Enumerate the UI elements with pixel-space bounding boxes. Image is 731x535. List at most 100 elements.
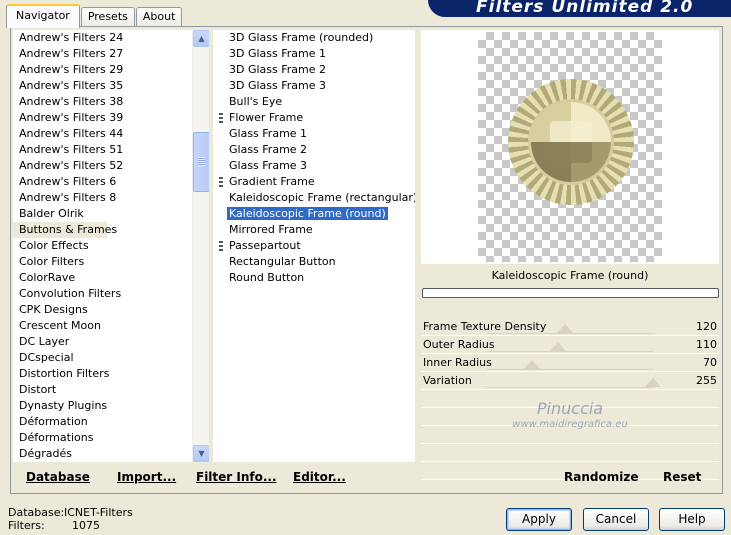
slider-row[interactable]: Frame Texture Density 120 xyxy=(421,318,719,336)
reset-button[interactable]: Reset xyxy=(663,470,701,484)
slider-track[interactable] xyxy=(487,369,653,370)
filter-item-label: 3D Glass Frame 2 xyxy=(229,63,327,76)
tab-navigator[interactable]: Navigator xyxy=(6,4,80,28)
filters-count: 1075 xyxy=(72,519,100,532)
category-item[interactable]: DC Layer xyxy=(13,334,209,350)
tab-bar: Navigator Presets About xyxy=(6,4,183,28)
category-item[interactable]: Andrew's Filters 52 xyxy=(13,158,209,174)
category-item[interactable]: Déformation xyxy=(13,414,209,430)
editor-button[interactable]: Editor... xyxy=(293,470,346,484)
category-item[interactable]: Distortion Filters xyxy=(13,366,209,382)
filter-item[interactable]: 3D Glass Frame 3 xyxy=(213,78,415,94)
filter-list[interactable]: 3D Glass Frame (rounded) 3D Glass Frame 1… xyxy=(213,30,415,462)
filter-item-label: Rectangular Button xyxy=(229,255,336,268)
slider-track[interactable] xyxy=(487,351,653,352)
category-item[interactable]: Andrew's Filters 51 xyxy=(13,142,209,158)
tab-about[interactable]: About xyxy=(135,7,183,27)
category-item[interactable]: CPK Designs xyxy=(13,302,209,318)
category-item[interactable]: Crescent Moon xyxy=(13,318,209,334)
category-item[interactable]: Dynasty Plugins xyxy=(13,398,209,414)
filter-item[interactable]: Kaleidoscopic Frame (round) xyxy=(213,206,415,222)
slider-track[interactable] xyxy=(487,387,653,388)
category-item[interactable]: Andrew's Filters 39 xyxy=(13,110,209,126)
filter-item-label: Glass Frame 2 xyxy=(229,143,308,156)
category-item[interactable]: Distort xyxy=(13,382,209,398)
cancel-button[interactable]: Cancel xyxy=(583,508,649,531)
scroll-down-button[interactable]: ▼ xyxy=(193,445,209,462)
category-item[interactable]: Dégradés xyxy=(13,446,209,462)
category-item[interactable]: Andrew's Filters 24 xyxy=(13,30,209,46)
category-item[interactable]: Andrew's Filters 29 xyxy=(13,62,209,78)
filter-item-label: Passepartout xyxy=(229,239,301,252)
group-marker-icon xyxy=(219,241,223,251)
filter-item[interactable]: 3D Glass Frame 2 xyxy=(213,62,415,78)
category-item[interactable]: Andrew's Filters 44 xyxy=(13,126,209,142)
scroll-thumb[interactable] xyxy=(193,132,209,192)
database-value: ICNET-Filters xyxy=(64,506,133,519)
slider-track[interactable] xyxy=(487,333,653,334)
category-item[interactable]: Color Filters xyxy=(13,254,209,270)
slider-value: 120 xyxy=(696,320,717,333)
filter-item[interactable]: 3D Glass Frame 1 xyxy=(213,46,415,62)
slider-value: 110 xyxy=(696,338,717,351)
filter-item[interactable]: 3D Glass Frame (rounded) xyxy=(213,30,415,46)
filter-item[interactable]: Kaleidoscopic Frame (rectangular) xyxy=(213,190,415,206)
category-scrollbar[interactable]: ▲ ▼ xyxy=(192,30,209,462)
category-item[interactable]: Convolution Filters xyxy=(13,286,209,302)
tab-presets[interactable]: Presets xyxy=(80,7,135,27)
preview-image xyxy=(478,32,662,262)
help-button[interactable]: Help xyxy=(659,508,725,531)
category-item[interactable]: ColorRave xyxy=(13,270,209,286)
empty-slider-row xyxy=(421,390,719,408)
database-button[interactable]: Database xyxy=(26,470,90,484)
slider-value: 255 xyxy=(696,374,717,387)
preview-panel xyxy=(421,30,719,264)
scroll-up-button[interactable]: ▲ xyxy=(193,30,209,47)
slider-knob[interactable] xyxy=(550,342,567,351)
database-label: Database: xyxy=(8,506,65,519)
category-item[interactable]: Balder Olrik xyxy=(13,206,209,222)
category-item[interactable]: Andrew's Filters 6 xyxy=(13,174,209,190)
filter-item[interactable]: Mirrored Frame xyxy=(213,222,415,238)
group-marker-icon xyxy=(219,177,223,187)
filter-item[interactable]: Flower Frame xyxy=(213,110,415,126)
category-item[interactable]: Buttons & Frames xyxy=(13,222,117,238)
slider-row[interactable]: Inner Radius 70 xyxy=(421,354,719,372)
category-item[interactable]: DCspecial xyxy=(13,350,209,366)
empty-slider-row xyxy=(421,408,719,426)
filter-info-button[interactable]: Filter Info... xyxy=(196,470,277,484)
randomize-button[interactable]: Randomize xyxy=(564,470,638,484)
slider-label: Outer Radius xyxy=(423,338,495,351)
category-item[interactable]: Andrew's Filters 38 xyxy=(13,94,209,110)
category-item[interactable]: Color Effects xyxy=(13,238,209,254)
slider-knob[interactable] xyxy=(523,360,540,369)
parameter-sliders: Frame Texture Density 120 Outer Radius 110 I… xyxy=(421,318,719,480)
category-list[interactable]: Andrew's Filters 24 Andrew's Filters 27 An… xyxy=(13,30,209,462)
filter-item[interactable]: Gradient Frame xyxy=(213,174,415,190)
empty-slider-row xyxy=(421,426,719,444)
filter-item[interactable]: Bull's Eye xyxy=(213,94,415,110)
filter-item-label: Round Button xyxy=(229,271,305,284)
slider-row[interactable]: Outer Radius 110 xyxy=(421,336,719,354)
category-item[interactable]: Déformations xyxy=(13,430,209,446)
filter-item[interactable]: Passepartout xyxy=(213,238,415,254)
slider-knob[interactable] xyxy=(557,324,574,333)
filter-item[interactable]: Glass Frame 3 xyxy=(213,158,415,174)
preview-filter-name: Kaleidoscopic Frame (round) xyxy=(491,269,649,282)
slider-row[interactable]: Variation 255 xyxy=(421,372,719,390)
apply-button[interactable]: Apply xyxy=(506,508,572,531)
filter-item[interactable]: Rectangular Button xyxy=(213,254,415,270)
progress-bar xyxy=(422,288,719,298)
filter-item-label: Glass Frame 3 xyxy=(229,159,308,172)
filter-item-label: Mirrored Frame xyxy=(229,223,313,236)
slider-knob[interactable] xyxy=(645,378,661,387)
filter-item-label: 3D Glass Frame (rounded) xyxy=(229,31,374,44)
filter-item[interactable]: Glass Frame 2 xyxy=(213,142,415,158)
filter-item-label: 3D Glass Frame 3 xyxy=(229,79,327,92)
category-item[interactable]: Andrew's Filters 35 xyxy=(13,78,209,94)
category-item[interactable]: Andrew's Filters 27 xyxy=(13,46,209,62)
filter-item[interactable]: Round Button xyxy=(213,270,415,286)
import-button[interactable]: Import... xyxy=(117,470,176,484)
category-item[interactable]: Andrew's Filters 8 xyxy=(13,190,209,206)
filter-item[interactable]: Glass Frame 1 xyxy=(213,126,415,142)
